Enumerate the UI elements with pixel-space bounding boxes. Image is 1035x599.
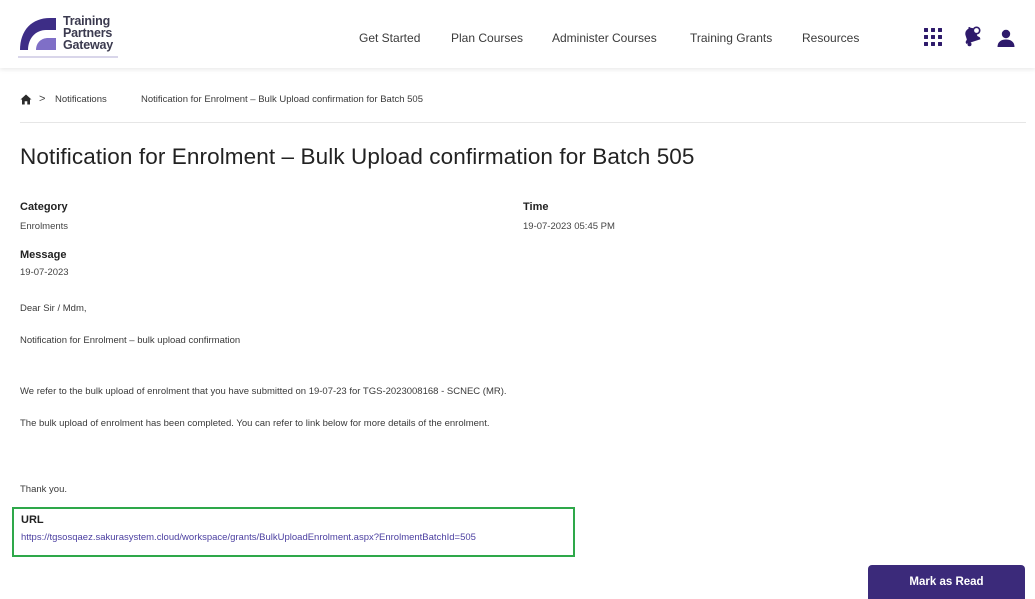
message-greeting: Dear Sir / Mdm, (20, 303, 87, 314)
breadcrumb-separator: > (39, 93, 46, 105)
divider (20, 122, 1026, 123)
breadcrumb-current: Notification for Enrolment – Bulk Upload… (141, 94, 423, 105)
page-title: Notification for Enrolment – Bulk Upload… (20, 144, 695, 169)
message-label: Message (20, 249, 67, 261)
breadcrumb-notifications[interactable]: Notifications (55, 94, 107, 105)
category-value: Enrolments (20, 221, 69, 232)
logo-underline (18, 56, 118, 58)
nav-get-started[interactable]: Get Started (359, 31, 420, 45)
message-paragraph: We refer to the bulk upload of enrolment… (20, 386, 507, 397)
logo[interactable]: Training Partners Gateway (18, 12, 128, 58)
time-label: Time (523, 201, 549, 213)
notification-bell-icon[interactable] (960, 25, 982, 47)
url-highlight-box: URL https://tgsosqaez.sakurasystem.cloud… (12, 507, 575, 557)
category-label: Category (20, 201, 68, 213)
message-paragraph: The bulk upload of enrolment has been co… (20, 418, 490, 429)
nav-administer-courses[interactable]: Administer Courses (552, 31, 657, 45)
logo-text: Training Partners Gateway (63, 15, 114, 52)
nav-plan-courses[interactable]: Plan Courses (451, 31, 523, 45)
enrolment-url-link[interactable]: https://tgsosqaez.sakurasystem.cloud/wor… (21, 532, 476, 543)
time-value: 19-07-2023 05:45 PM (523, 221, 615, 232)
mark-as-read-button[interactable]: Mark as Read (868, 565, 1025, 599)
top-header: Training Partners Gateway Get Started Pl… (0, 0, 1035, 68)
home-icon[interactable] (20, 94, 32, 105)
logo-line: Gateway (63, 38, 114, 52)
message-signoff: Thank you. (20, 484, 67, 495)
url-label: URL (21, 514, 44, 526)
logo-mark-icon (20, 18, 56, 50)
nav-resources[interactable]: Resources (802, 31, 859, 45)
nav-training-grants[interactable]: Training Grants (690, 31, 772, 45)
apps-grid-icon[interactable] (924, 28, 942, 46)
message-subject: Notification for Enrolment – bulk upload… (20, 335, 241, 346)
message-date: 19-07-2023 (20, 267, 69, 278)
user-icon[interactable] (996, 28, 1016, 48)
